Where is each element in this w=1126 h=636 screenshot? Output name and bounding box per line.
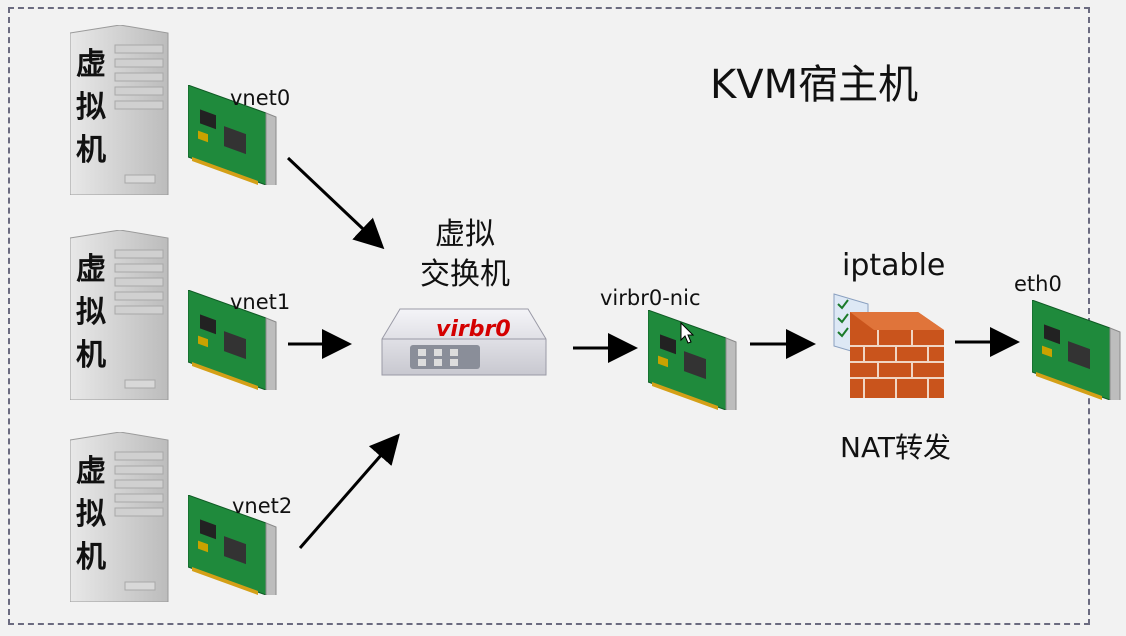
flow-arrows <box>286 156 1020 549</box>
arrow-vnet0-to-switch <box>286 156 385 250</box>
arrow-vnet2-to-switch <box>298 433 400 549</box>
